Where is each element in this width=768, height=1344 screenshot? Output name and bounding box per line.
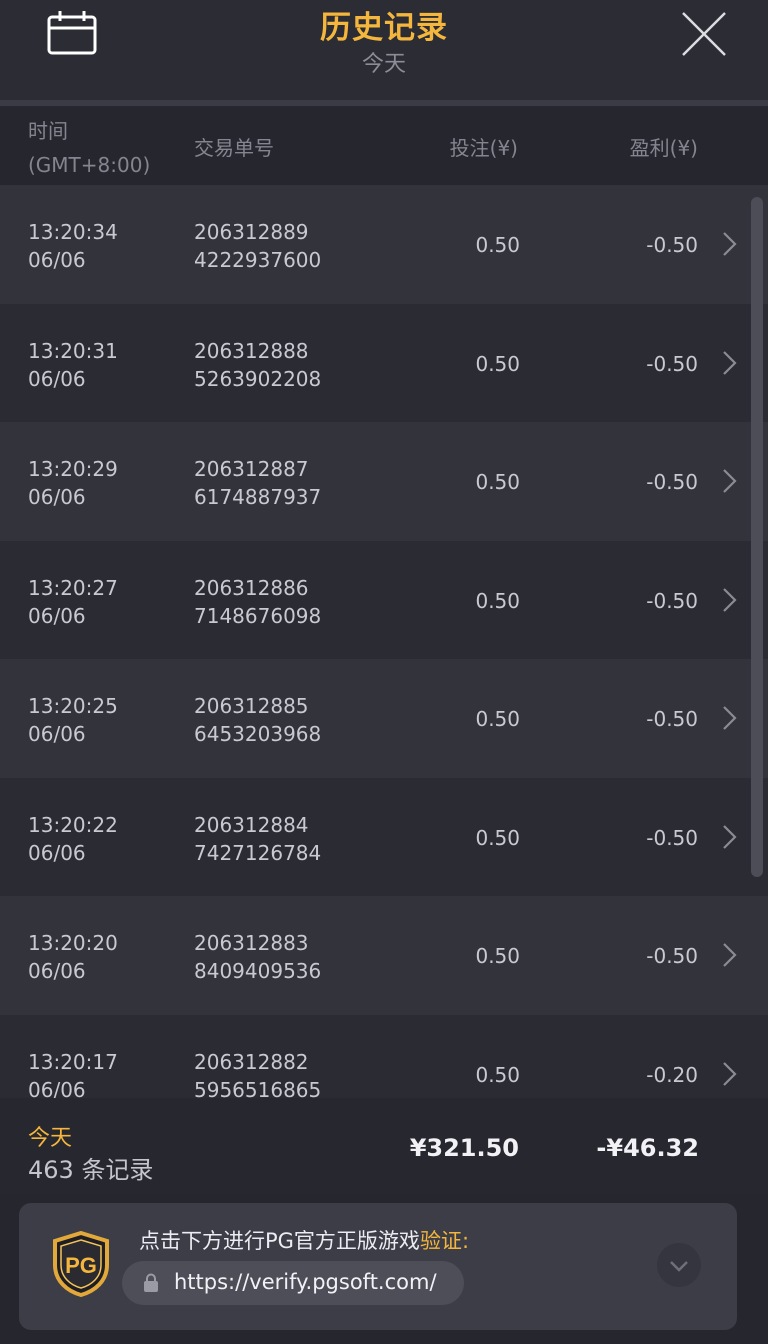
- expand-button[interactable]: [657, 1243, 701, 1287]
- table-row[interactable]: 13:20:25 06/06 206312885 6453203968 0.50 -…: [0, 659, 768, 778]
- verify-highlight: 验证: [419, 1229, 462, 1253]
- chevron-right-icon[interactable]: [716, 229, 742, 259]
- verify-url-link[interactable]: https://verify.pgsoft.com/: [122, 1261, 464, 1305]
- row-bet: 0.50: [475, 351, 520, 376]
- row-profit: -0.50: [646, 351, 698, 376]
- row-bet: 0.50: [475, 588, 520, 613]
- row-profit: -0.50: [646, 470, 698, 494]
- row-profit: -0.50: [646, 825, 698, 850]
- row-profit: -0.50: [646, 233, 698, 257]
- table-row[interactable]: 13:20:34 06/06 206312889 4222937600 0.50 -…: [0, 185, 768, 304]
- row-time: 13:20:17 06/06: [28, 1049, 118, 1099]
- row-bet: 0.50: [475, 233, 520, 257]
- column-header-time: 时间 (GMT+8:00): [28, 114, 150, 182]
- chevron-down-icon: [670, 1261, 688, 1272]
- history-list[interactable]: 13:20:34 06/06 206312889 4222937600 0.50 -…: [0, 185, 768, 1098]
- row-transaction-id: 206312889 4222937600: [194, 220, 322, 272]
- row-time: 13:20:20 06/06: [28, 931, 118, 983]
- summary-total-profit: -¥46.32: [596, 1134, 699, 1162]
- table-row[interactable]: 13:20:29 06/06 206312887 6174887937 0.50 -…: [0, 422, 768, 541]
- chevron-right-icon[interactable]: [716, 585, 742, 615]
- table-row[interactable]: 13:20:17 06/06 206312882 5956516865 0.50 -…: [0, 1014, 768, 1099]
- chevron-right-icon[interactable]: [716, 466, 742, 496]
- row-profit: -0.50: [646, 588, 698, 613]
- table-row[interactable]: 13:20:20 06/06 206312883 8409409536 0.50 -…: [0, 896, 768, 1015]
- row-time: 13:20:27 06/06: [28, 575, 118, 628]
- chevron-right-icon[interactable]: [716, 822, 742, 852]
- summary-total-bet: ¥321.50: [409, 1134, 519, 1162]
- verify-panel: PG 点击下方进行PG官方正版游戏验证: https://verify.pgso…: [19, 1203, 737, 1330]
- lock-icon: [144, 1273, 158, 1292]
- svg-text:PG: PG: [65, 1253, 97, 1278]
- close-icon: [682, 12, 726, 56]
- row-transaction-id: 206312887 6174887937: [194, 457, 322, 509]
- scrollbar[interactable]: [751, 197, 763, 877]
- column-time-label: 时间: [28, 119, 68, 143]
- row-time: 13:20:29 06/06: [28, 457, 118, 509]
- row-bet: 0.50: [475, 470, 520, 494]
- row-time: 13:20:22 06/06: [28, 812, 118, 865]
- row-transaction-id: 206312885 6453203968: [194, 694, 322, 746]
- table-row[interactable]: 13:20:22 06/06 206312884 7427126784 0.50 -…: [0, 777, 768, 896]
- date-range-label: 今天: [361, 52, 406, 77]
- table-row[interactable]: 13:20:27 06/06 206312886 7148676098 0.50 -…: [0, 540, 768, 659]
- row-time: 13:20:34 06/06: [28, 220, 118, 272]
- pg-logo: PG: [53, 1231, 109, 1297]
- row-bet: 0.50: [475, 707, 520, 731]
- close-button[interactable]: [676, 6, 732, 62]
- row-transaction-id: 206312883 8409409536: [194, 931, 322, 983]
- verify-url: https://verify.pgsoft.com/: [174, 1270, 437, 1294]
- column-header-tx: 交易单号: [194, 136, 274, 160]
- chevron-right-icon[interactable]: [716, 703, 742, 733]
- table-row[interactable]: 13:20:31 06/06 206312888 5263902208 0.50 -…: [0, 303, 768, 422]
- chevron-right-icon[interactable]: [716, 1059, 742, 1089]
- summary-record-count: 463 条记录: [28, 1156, 154, 1184]
- column-header-profit: 盈利(¥): [629, 136, 698, 160]
- column-header-bet: 投注(¥): [449, 136, 518, 160]
- row-transaction-id: 206312888 5263902208: [194, 338, 322, 391]
- row-profit: -0.50: [646, 944, 698, 968]
- row-time: 13:20:25 06/06: [28, 694, 118, 746]
- row-profit: -0.20: [646, 1062, 698, 1087]
- column-timezone-label: (GMT+8:00): [28, 153, 151, 177]
- summary-bar: 今天 463 条记录 ¥321.50 -¥46.32: [0, 1098, 768, 1194]
- row-bet: 0.50: [475, 1062, 520, 1087]
- row-time: 13:20:31 06/06: [28, 338, 118, 391]
- row-bet: 0.50: [475, 825, 520, 850]
- row-profit: -0.50: [646, 707, 698, 731]
- header: 历史记录 今天: [0, 0, 768, 100]
- row-transaction-id: 206312882 5956516865: [194, 1049, 322, 1099]
- row-bet: 0.50: [475, 944, 520, 968]
- table-header: 时间 (GMT+8:00) 交易单号 投注(¥) 盈利(¥): [0, 106, 768, 185]
- summary-period: 今天: [28, 1126, 73, 1151]
- chevron-right-icon[interactable]: [716, 940, 742, 970]
- verify-prompt: 点击下方进行PG官方正版游戏验证:: [139, 1229, 470, 1253]
- row-transaction-id: 206312884 7427126784: [194, 812, 322, 865]
- row-transaction-id: 206312886 7148676098: [194, 575, 322, 628]
- chevron-right-icon[interactable]: [716, 348, 742, 378]
- page-title: 历史记录: [320, 10, 448, 46]
